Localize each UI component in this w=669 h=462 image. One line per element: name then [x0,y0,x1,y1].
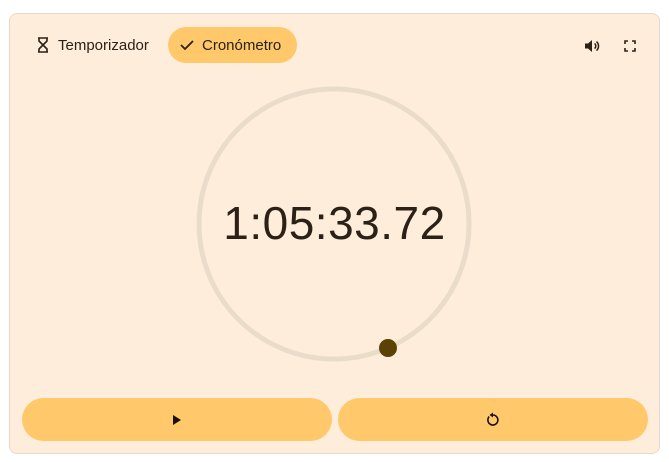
elapsed-time: 1:05:33.72 [223,197,446,249]
fullscreen-icon [624,40,636,52]
check-icon [180,40,194,51]
reset-icon [487,412,499,426]
hourglass-icon [38,37,48,53]
dial-marker [379,339,397,357]
tab-stopwatch-label: Cronómetro [202,36,282,54]
stopwatch-card: Temporizador Cronómetro 1:05:33.72 [9,13,660,454]
play-button[interactable] [22,398,332,441]
tab-timer[interactable]: Temporizador [36,27,149,63]
volume-icon [585,40,600,52]
tab-stopwatch[interactable]: Cronómetro [168,27,298,63]
reset-button[interactable] [338,398,648,441]
play-icon [173,414,181,425]
fullscreen-button[interactable] [618,34,642,58]
tab-timer-label: Temporizador [58,36,149,54]
sound-button[interactable] [580,34,604,58]
